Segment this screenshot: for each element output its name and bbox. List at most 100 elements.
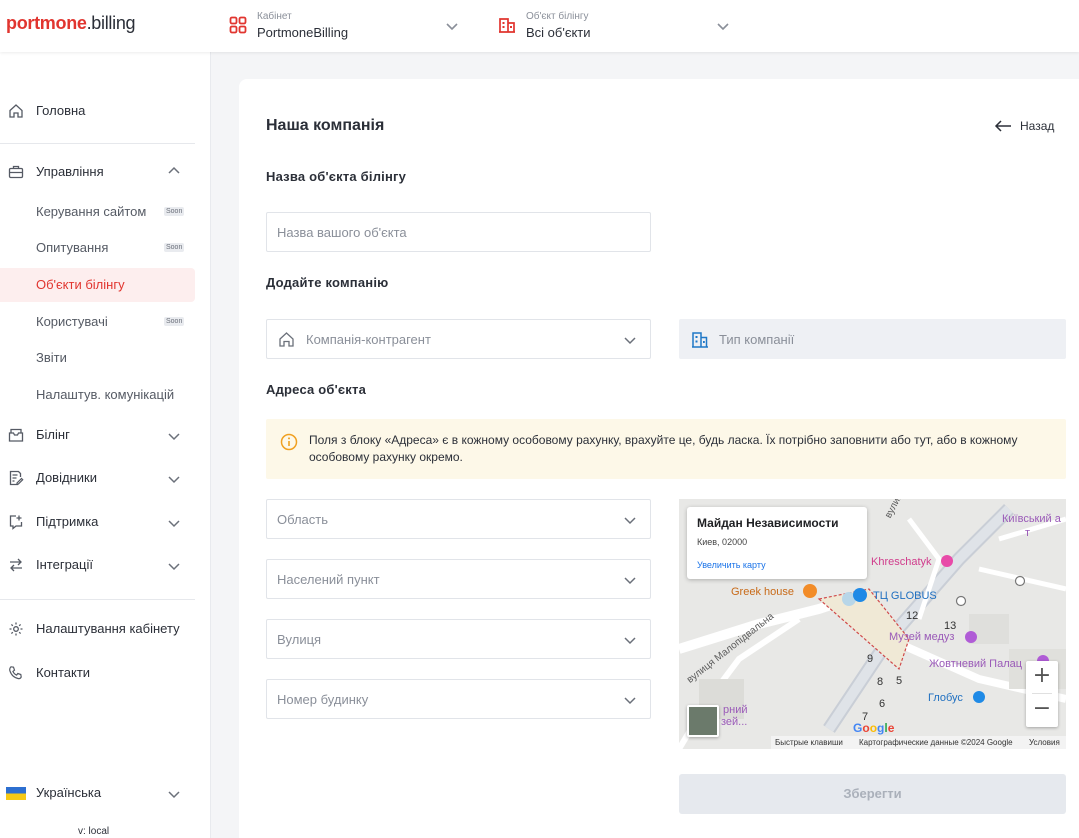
save-button[interactable]: Зберегти	[679, 774, 1066, 814]
sidebar-item-billing[interactable]: Білінг	[0, 418, 195, 452]
google-logo: Google	[853, 721, 895, 735]
language-selector[interactable]: Українська	[0, 776, 195, 810]
grid-icon	[229, 16, 247, 34]
map-label: Greek house	[731, 586, 794, 598]
sidebar-item-reports[interactable]: Звіти	[0, 341, 195, 375]
house-number-select[interactable]: Номер будинку	[266, 679, 651, 719]
map-label: зей...	[721, 716, 748, 728]
section-title-name: Назва об'єкта білінгу	[266, 169, 407, 184]
sidebar-item-management[interactable]: Управління	[0, 155, 195, 189]
map-data-text: Картографические данные ©2024 Google	[859, 738, 1013, 747]
map-label: 12	[906, 610, 919, 622]
chevron-down-icon	[624, 637, 636, 645]
briefcase-icon	[8, 165, 24, 179]
sidebar-item-billing-objects[interactable]: Об'єкти білінгу	[0, 268, 195, 302]
chevron-up-icon	[168, 166, 180, 174]
chevron-down-icon	[624, 577, 636, 585]
map-label: 13	[944, 620, 957, 632]
chevron-down-icon	[624, 337, 636, 345]
logo[interactable]: portmone.billing	[6, 13, 136, 34]
sidebar-item-contacts[interactable]: Контакти	[0, 656, 195, 690]
zoom-out-button[interactable]: −	[1026, 694, 1058, 726]
object-name-input[interactable]: Назва вашого об'єкта	[266, 212, 651, 252]
map-label: рний	[723, 704, 748, 716]
city-select[interactable]: Населений пункт	[266, 559, 651, 599]
map-label: 9	[867, 653, 874, 665]
map-label: 6	[879, 698, 886, 710]
address-notice: Поля з блоку «Адреса» є в кожному особов…	[266, 419, 1066, 479]
map-label: Музей медуз	[889, 631, 955, 643]
document-edit-icon	[9, 470, 24, 486]
chevron-down-icon	[168, 791, 180, 799]
place-title: Майдан Независимости	[697, 516, 839, 530]
home-icon	[9, 104, 23, 118]
arrow-left-icon	[994, 120, 1011, 132]
chevron-down-icon	[168, 520, 180, 528]
map-label: ТЦ GLOBUS	[873, 590, 937, 602]
sidebar-item-integrations[interactable]: Інтеграції	[0, 548, 195, 582]
building-icon	[499, 18, 515, 33]
sidebar-item-communications[interactable]: Налаштув. комунікацій	[0, 378, 195, 412]
sidebar: Головна Управління Керування сайтом Soon…	[0, 52, 211, 838]
map-label: Глобус	[928, 692, 963, 704]
page-title: Наша компанія	[266, 117, 385, 134]
billing-object-selector[interactable]: Об'єкт білінгу Всі об'єкти	[498, 9, 732, 43]
cabinet-value: PortmoneBilling	[257, 25, 349, 40]
chevron-down-icon	[624, 697, 636, 705]
map-label: Жовтневий Палац	[929, 658, 1023, 670]
swap-icon	[10, 558, 22, 572]
map-info-window: Майдан Независимости Киев, 02000 Увеличи…	[687, 507, 867, 579]
keyboard-shortcuts-link[interactable]: Быстрые клавиши	[775, 738, 843, 747]
street-select[interactable]: Вулиця	[266, 619, 651, 659]
main-card: Наша компанія Назад Назва об'єкта білінг…	[239, 79, 1079, 838]
sidebar-item-directories[interactable]: Довідники	[0, 461, 195, 495]
divider	[0, 143, 195, 144]
chevron-down-icon	[168, 563, 180, 571]
cabinet-selector[interactable]: Кабінет PortmoneBilling	[229, 9, 461, 43]
map-label: Khreschatyk	[871, 556, 932, 568]
divider	[0, 599, 195, 600]
cabinet-label: Кабінет	[257, 11, 292, 22]
inbox-icon	[8, 428, 24, 442]
phone-icon	[9, 666, 22, 680]
section-title-company: Додайте компанію	[266, 275, 389, 290]
map-label: т	[1025, 527, 1031, 539]
terms-link[interactable]: Условия	[1029, 738, 1060, 747]
soon-badge: Soon	[164, 243, 185, 252]
zoom-in-button[interactable]: +	[1026, 661, 1058, 693]
sidebar-item-users[interactable]: Користувачі Soon	[0, 305, 195, 339]
support-icon	[9, 515, 23, 530]
ukraine-flag-icon	[6, 787, 26, 800]
top-bar: portmone.billing Кабінет PortmoneBilling…	[0, 0, 1079, 52]
soon-badge: Soon	[164, 207, 185, 216]
version-label: v: local	[78, 826, 110, 837]
billing-object-value: Всі об'єкти	[526, 25, 591, 40]
chevron-down-icon	[624, 517, 636, 525]
map-zoom-control: + −	[1026, 661, 1058, 727]
counterparty-select[interactable]: Компанія-контрагент	[266, 319, 651, 359]
map-label: Київський а	[1002, 513, 1061, 525]
soon-badge: Soon	[164, 317, 185, 326]
sidebar-item-cabinet-settings[interactable]: Налаштування кабінету	[0, 612, 195, 646]
place-address: Киев, 02000	[697, 537, 748, 547]
address-map[interactable]: Київський а т Khreschatyk Greek house ТЦ…	[679, 499, 1066, 749]
section-title-address: Адреса об'єкта	[266, 382, 367, 397]
enlarge-map-link[interactable]: Увеличить карту	[697, 560, 766, 570]
map-label: 5	[896, 675, 903, 687]
chevron-down-icon	[168, 476, 180, 484]
company-type-field: Тип компанії	[679, 319, 1066, 359]
sidebar-item-support[interactable]: Підтримка	[0, 505, 195, 539]
sidebar-item-home[interactable]: Головна	[0, 94, 195, 128]
billing-object-label: Об'єкт білінгу	[526, 11, 589, 22]
map-attribution: Быстрые клавиши Картографические данные …	[771, 736, 1066, 749]
gear-icon	[9, 622, 23, 636]
home-icon	[279, 332, 294, 347]
sidebar-item-site-management[interactable]: Керування сайтом Soon	[0, 195, 195, 229]
satellite-toggle[interactable]	[687, 705, 719, 737]
map-label: 8	[877, 676, 884, 688]
building-icon	[692, 332, 708, 348]
sidebar-item-surveys[interactable]: Опитування Soon	[0, 231, 195, 265]
region-select[interactable]: Область	[266, 499, 651, 539]
info-icon	[280, 433, 298, 451]
chevron-down-icon	[717, 23, 729, 31]
